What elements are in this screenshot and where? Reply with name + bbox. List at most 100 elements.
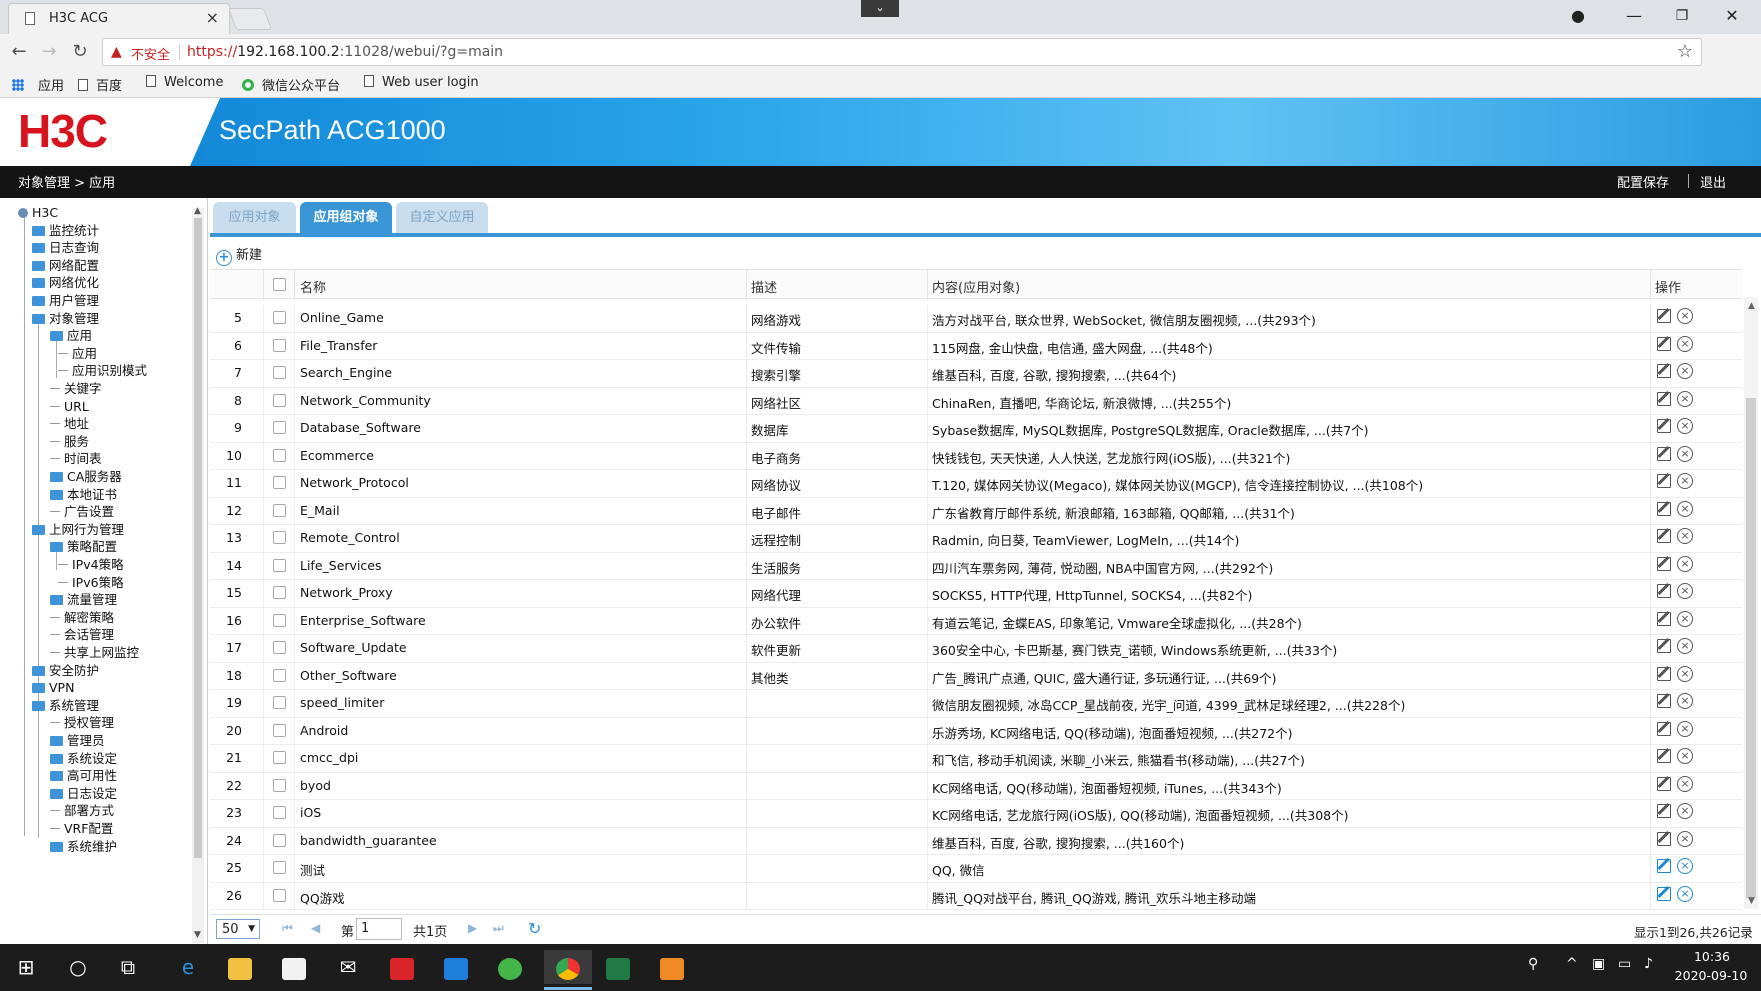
row-checkbox[interactable] xyxy=(273,861,286,874)
header-content[interactable]: 内容(应用对象) xyxy=(932,277,1020,296)
row-checkbox[interactable] xyxy=(273,558,286,572)
address-bar[interactable]: ▲ 不安全 https://192.168.100.2:11028/webui/… xyxy=(102,38,1702,66)
row-checkbox[interactable] xyxy=(273,806,286,819)
table-row[interactable]: 20 Android 乐游秀场, KC网络电话, QQ(移动端), 泡面番短视频, … xyxy=(210,717,1742,745)
app-red-icon[interactable] xyxy=(384,950,420,984)
row-checkbox[interactable] xyxy=(273,421,286,434)
delete-icon[interactable]: × xyxy=(1677,858,1693,874)
bookmark-apps[interactable]: 应用 xyxy=(12,75,64,94)
tab-close-icon[interactable]: × xyxy=(206,8,219,27)
url-text[interactable]: https://192.168.100.2:11028/webui/?g=mai… xyxy=(187,44,503,60)
scroll-up-arrow-icon[interactable]: ▲ xyxy=(1748,301,1755,311)
forward-button[interactable]: → xyxy=(38,41,60,63)
bookmark-baidu[interactable]: 百度 xyxy=(78,75,122,94)
tab-app-object[interactable]: 应用对象 xyxy=(213,202,296,233)
back-button[interactable]: ← xyxy=(8,41,30,63)
edit-icon[interactable] xyxy=(1657,446,1671,461)
volume-icon[interactable]: ♪ xyxy=(1644,956,1653,972)
table-row[interactable]: 10 Ecommerce 电子商务 快钱钱包, 天天快递, 人人快送, 艺龙旅行网(i… xyxy=(210,442,1742,470)
table-row[interactable]: 18 Other_Software 其他类 广告_腾讯广点通, QUIC, 盛大通行证… xyxy=(210,662,1742,690)
table-row[interactable]: 9 Database_Software 数据库 Sybase数据库, MySQL数据库… xyxy=(210,415,1742,443)
tray-expand-icon[interactable]: ^ xyxy=(1566,956,1578,972)
table-row[interactable]: 16 Enterprise_Software 办公软件 有道云笔记, 金蝶EAS, 印… xyxy=(210,607,1742,635)
sidebar-scroll-thumb[interactable] xyxy=(194,218,202,858)
delete-icon[interactable]: × xyxy=(1677,775,1693,792)
row-checkbox[interactable] xyxy=(273,833,286,847)
edit-icon[interactable] xyxy=(1657,804,1671,818)
close-window-button[interactable]: ✕ xyxy=(1710,4,1754,28)
row-checkbox[interactable] xyxy=(273,448,286,462)
edit-icon[interactable] xyxy=(1657,859,1671,873)
profile-icon[interactable]: ● xyxy=(1556,4,1600,28)
delete-icon[interactable]: × xyxy=(1677,830,1693,847)
edit-icon[interactable] xyxy=(1657,611,1671,626)
bookmark-star-icon[interactable]: ☆ xyxy=(1677,41,1693,62)
delete-icon[interactable]: × xyxy=(1677,693,1693,709)
row-checkbox[interactable] xyxy=(273,476,286,489)
app-blue-icon[interactable] xyxy=(438,950,474,984)
delete-icon[interactable]: × xyxy=(1677,528,1693,544)
edit-icon[interactable] xyxy=(1657,639,1671,653)
row-checkbox[interactable] xyxy=(273,586,286,599)
chrome-icon[interactable] xyxy=(544,950,592,990)
new-button[interactable]: + 新建 xyxy=(216,244,262,266)
page-number-input[interactable]: 1 xyxy=(356,918,402,940)
select-all-checkbox[interactable] xyxy=(273,278,286,291)
row-checkbox[interactable] xyxy=(273,338,286,352)
last-page-icon[interactable]: ⏭ xyxy=(493,921,504,936)
delete-icon[interactable]: × xyxy=(1677,390,1693,407)
tab-app-group-object[interactable]: 应用组对象 xyxy=(300,202,392,233)
row-checkbox[interactable] xyxy=(273,366,286,379)
row-checkbox[interactable] xyxy=(273,503,286,517)
table-row[interactable]: 5 Online_Game 网络游戏 浩方对战平台, 联众世界, WebSocket,… xyxy=(210,305,1742,333)
table-scroll-thumb[interactable] xyxy=(1746,398,1756,898)
bookmark-web-user-login[interactable]: Web user login xyxy=(364,75,479,90)
edit-icon[interactable] xyxy=(1657,886,1671,901)
delete-icon[interactable]: × xyxy=(1677,610,1693,627)
bookmark-wechat[interactable]: 微信公众平台 xyxy=(242,75,340,94)
delete-icon[interactable]: × xyxy=(1677,445,1693,462)
row-checkbox[interactable] xyxy=(273,393,286,407)
delete-icon[interactable]: × xyxy=(1677,638,1693,654)
task-view-icon[interactable]: ⧉ xyxy=(110,950,146,984)
people-icon[interactable]: ⚲ xyxy=(1528,956,1538,972)
excel-icon[interactable] xyxy=(600,950,636,984)
security-tray-icon[interactable]: ▣ xyxy=(1592,956,1605,972)
delete-icon[interactable]: × xyxy=(1677,885,1693,902)
save-config-link[interactable]: 配置保存 xyxy=(1617,172,1669,191)
app-orange-icon[interactable] xyxy=(654,950,690,984)
edit-icon[interactable] xyxy=(1657,721,1671,736)
edit-icon[interactable] xyxy=(1657,749,1671,763)
restore-button[interactable]: ❐ xyxy=(1660,4,1704,28)
edit-icon[interactable] xyxy=(1657,336,1671,351)
edit-icon[interactable] xyxy=(1657,556,1671,571)
edge-browser-icon[interactable]: e xyxy=(170,950,206,984)
tab-search-chevron-icon[interactable]: ⌄ xyxy=(861,0,899,17)
edit-icon[interactable] xyxy=(1657,776,1671,791)
edit-icon[interactable] xyxy=(1657,529,1671,543)
scroll-down-arrow-icon[interactable]: ▼ xyxy=(194,930,201,940)
scroll-up-arrow-icon[interactable]: ▲ xyxy=(194,206,201,216)
row-checkbox[interactable] xyxy=(273,641,286,654)
delete-icon[interactable]: × xyxy=(1677,803,1693,819)
edit-icon[interactable] xyxy=(1657,309,1671,323)
edit-icon[interactable] xyxy=(1657,391,1671,406)
header-name[interactable]: 名称 xyxy=(300,277,326,296)
header-description[interactable]: 描述 xyxy=(751,277,777,296)
edit-icon[interactable] xyxy=(1657,474,1671,488)
reload-button[interactable]: ↻ xyxy=(69,41,91,63)
table-row[interactable]: 6 File_Transfer 文件传输 115网盘, 金山快盘, 电信通, 盛大网盘… xyxy=(210,332,1742,360)
row-checkbox[interactable] xyxy=(273,778,286,792)
delete-icon[interactable]: × xyxy=(1677,720,1693,737)
edit-icon[interactable] xyxy=(1657,831,1671,846)
delete-icon[interactable]: × xyxy=(1677,583,1693,599)
row-checkbox[interactable] xyxy=(273,751,286,764)
table-row[interactable]: 12 E_Mail 电子邮件 广东省教育厅邮件系统, 新浪邮箱, 163邮箱, QQ邮… xyxy=(210,497,1742,525)
delete-icon[interactable]: × xyxy=(1677,335,1693,352)
refresh-icon[interactable]: ↻ xyxy=(528,919,541,938)
edit-icon[interactable] xyxy=(1657,584,1671,598)
minimize-button[interactable]: — xyxy=(1612,4,1656,28)
tab-custom-app[interactable]: 自定义应用 xyxy=(396,202,488,233)
search-icon[interactable]: ○ xyxy=(60,950,96,984)
delete-icon[interactable]: × xyxy=(1677,555,1693,572)
